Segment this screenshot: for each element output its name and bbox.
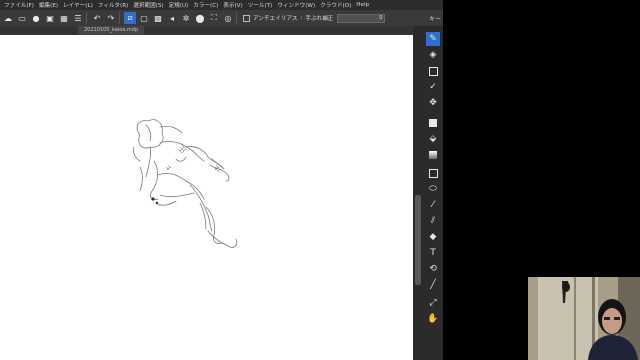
blur-icon[interactable]: ◆ xyxy=(426,230,440,244)
pen-icon[interactable]: ✎ xyxy=(426,32,440,46)
sketch-dot xyxy=(151,197,155,201)
toolbar: ☁ ▭ ● ▣ ▦ ☰ ↶ ↷ ⧄ ▢ ▩ ◂ ✲ ⬤ ⛶ ◎ アンチエイリアス… xyxy=(0,10,443,26)
move-icon[interactable]: ✥ xyxy=(426,96,440,110)
select-all-icon[interactable]: ⧄ xyxy=(124,12,136,24)
scrollbar-thumb[interactable] xyxy=(415,195,421,285)
sketch-artwork xyxy=(133,119,238,248)
speech-bubble-icon[interactable]: ● xyxy=(30,12,42,24)
dropper-icon[interactable]: ⤢ xyxy=(426,296,440,310)
save-icon[interactable]: ▣ xyxy=(44,12,56,24)
eraser-icon[interactable]: ◈ xyxy=(426,48,440,62)
menu-filter[interactable]: フィルタ(R) xyxy=(98,1,129,9)
rect-shape-icon[interactable] xyxy=(426,166,440,180)
hand-rotate-icon[interactable]: ⟲ xyxy=(426,262,440,276)
menu-edit[interactable]: 編集(E) xyxy=(39,1,58,9)
brush-icon[interactable]: ⫽ xyxy=(426,214,440,228)
transform-icon[interactable]: ⛶ xyxy=(208,12,220,24)
menu-cloud[interactable]: クラウド(O) xyxy=(320,1,351,9)
text-icon[interactable]: T xyxy=(426,246,440,260)
invert-selection-icon[interactable]: ▩ xyxy=(152,12,164,24)
folder-icon[interactable]: ▭ xyxy=(16,12,28,24)
sketch-dot xyxy=(155,201,159,205)
check-icon[interactable]: ✓ xyxy=(426,80,440,94)
menu-window[interactable]: ウィンドウ(W) xyxy=(277,1,315,9)
canvas-scrollbar[interactable] xyxy=(413,35,423,360)
menu-view[interactable]: 表示(V) xyxy=(223,1,242,9)
document-tab-bar: 20210105_kaioa.mdp xyxy=(0,26,413,35)
toolbar-divider xyxy=(119,12,120,24)
menu-select[interactable]: 選択範囲(S) xyxy=(133,1,163,9)
menu-color[interactable]: カラー(C) xyxy=(193,1,218,9)
ellipse-shape-icon[interactable]: ⬭ xyxy=(426,182,440,196)
shrink-selection-icon[interactable]: ◂ xyxy=(166,12,178,24)
square-fill-icon[interactable] xyxy=(426,116,440,130)
drawing-canvas[interactable] xyxy=(0,35,413,360)
toolbar-divider xyxy=(86,12,87,24)
panel-label: キー xyxy=(428,16,441,23)
webcam-overlay xyxy=(528,277,640,360)
deselect-icon[interactable]: ▢ xyxy=(138,12,150,24)
undo-icon[interactable]: ↶ xyxy=(91,12,103,24)
medibang-window: ファイル(F) 編集(E) レイヤー(L) フィルタ(R) 選択範囲(S) 定規… xyxy=(0,0,443,360)
select-rect-icon[interactable] xyxy=(426,64,440,78)
menu-help[interactable]: Help xyxy=(356,2,369,8)
webcam-feed-image xyxy=(528,277,640,360)
eyedropper-icon[interactable]: ⁄ xyxy=(426,198,440,212)
antialias-label: アンチエイリアス xyxy=(253,16,298,22)
menu-ruler[interactable]: 定規(U) xyxy=(169,1,189,9)
antialias-checkbox[interactable] xyxy=(243,14,250,22)
layers-icon[interactable]: ☰ xyxy=(72,12,84,24)
expand-selection-icon[interactable]: ✲ xyxy=(180,12,192,24)
smudge-icon[interactable]: ╱ xyxy=(426,278,440,292)
grid-icon[interactable]: ▦ xyxy=(58,12,70,24)
document-tab[interactable]: 20210105_kaioa.mdp xyxy=(78,26,145,35)
stabilizer-select[interactable]: 0 xyxy=(337,13,386,23)
stabilizer-label: 手ぶれ補正 xyxy=(305,16,334,22)
menu-bar: ファイル(F) 編集(E) レイヤー(L) フィルタ(R) 選択範囲(S) 定規… xyxy=(0,0,443,10)
hand-icon[interactable]: ✋ xyxy=(426,312,440,326)
menu-layer[interactable]: レイヤー(L) xyxy=(63,1,93,9)
antialias-separator: : xyxy=(300,15,303,21)
menu-tool[interactable]: ツール(T) xyxy=(248,1,273,9)
redo-icon[interactable]: ↷ xyxy=(105,12,117,24)
menu-file[interactable]: ファイル(F) xyxy=(4,1,34,9)
stabilizer-value: 0 xyxy=(379,15,383,21)
cloud-icon[interactable]: ☁ xyxy=(2,12,14,24)
toolbar-divider xyxy=(236,12,237,24)
settings-icon[interactable]: ◎ xyxy=(222,12,234,24)
gradient-icon[interactable] xyxy=(426,148,440,162)
selection-circle-icon[interactable]: ⬤ xyxy=(194,12,206,24)
tool-panel: ✎ ◈ ✓ ✥ ⬙ ⬭ ⁄ ⫽ ◆ T ⟲ ╱ ⤢ ✋ xyxy=(423,26,443,360)
bucket-icon[interactable]: ⬙ xyxy=(426,132,440,146)
